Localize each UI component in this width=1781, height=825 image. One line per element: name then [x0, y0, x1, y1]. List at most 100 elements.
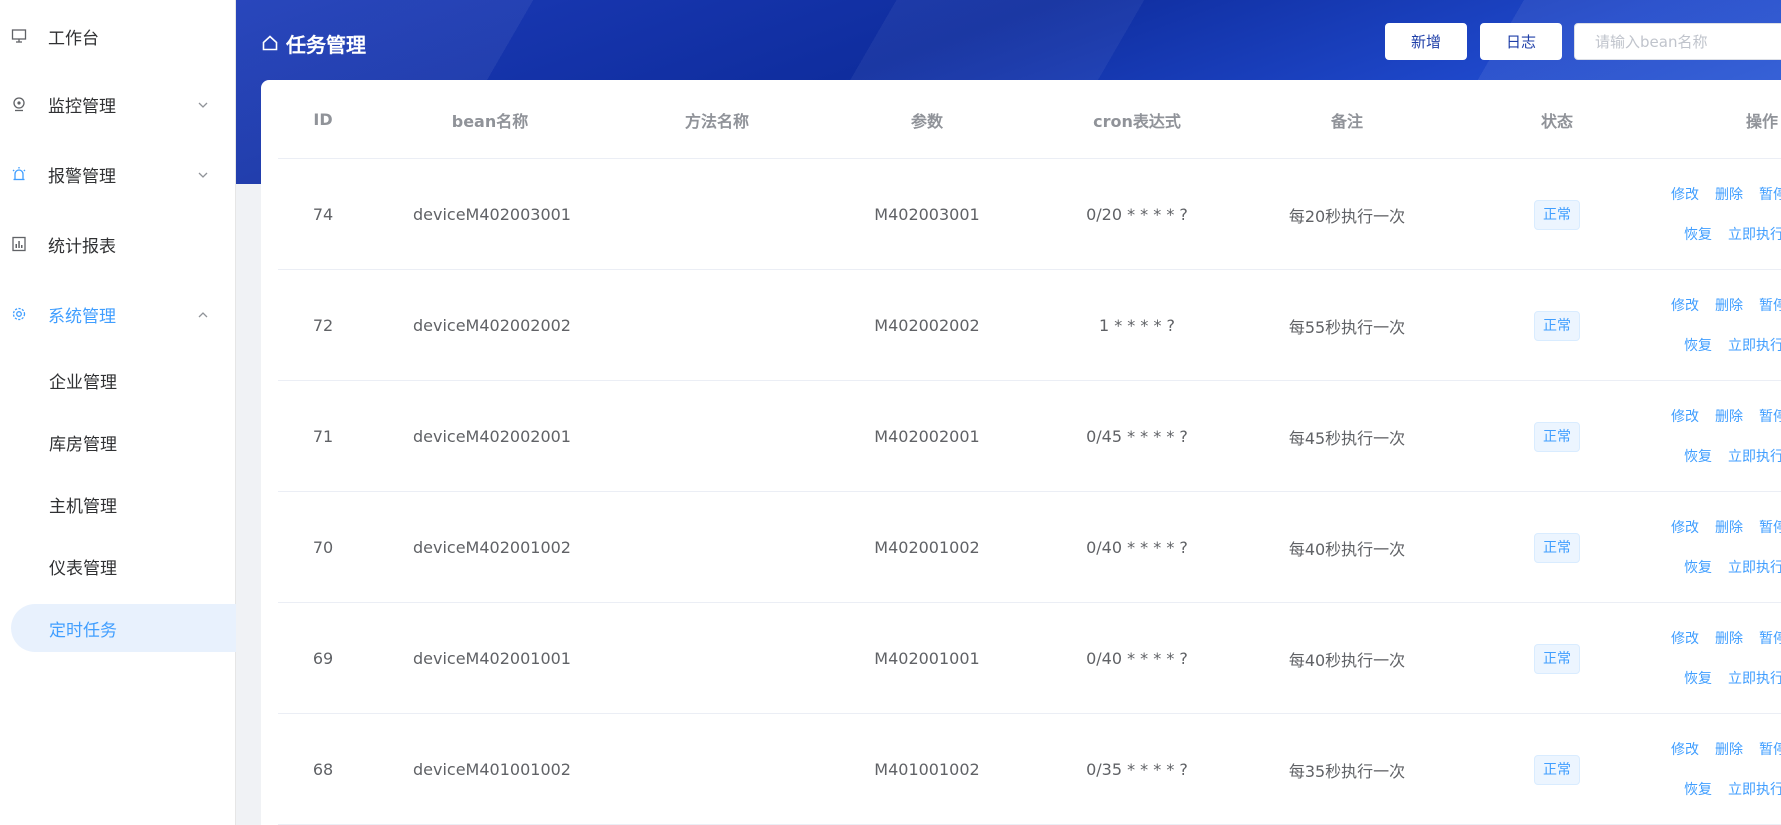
delete-link[interactable]: 删除: [1715, 295, 1743, 315]
sidebar: 工作台 监控管理 报警管理 统计报表 系统管理 企业管理 库房管理 主机管理 仪…: [0, 0, 236, 825]
pause-link[interactable]: 暂停: [1759, 295, 1781, 315]
status-badge: 正常: [1534, 310, 1580, 341]
cell-remark: 每35秒执行一次: [1288, 761, 1406, 781]
resume-link[interactable]: 恢复: [1684, 446, 1712, 466]
resume-link[interactable]: 恢复: [1684, 557, 1712, 577]
column-header-bean: bean名称: [451, 111, 529, 131]
sidebar-subitem-scheduled-task[interactable]: 定时任务: [11, 604, 236, 652]
edit-link[interactable]: 修改: [1671, 406, 1699, 426]
log-button[interactable]: 日志: [1480, 23, 1562, 60]
sidebar-item-system[interactable]: 系统管理: [0, 290, 236, 338]
camera-icon: [10, 95, 28, 113]
cell-method: [612, 492, 822, 603]
cell-method: [612, 603, 822, 714]
table-header: ID bean名称 方法名称 参数 cron表达式 备注 状态 操作: [278, 80, 1781, 159]
pause-link[interactable]: 暂停: [1759, 184, 1781, 204]
sidebar-item-report[interactable]: 统计报表: [0, 220, 236, 268]
cell-cron: 0/20 * * * * ?: [1086, 205, 1188, 224]
cell-param: M402002002: [874, 316, 980, 335]
gear-icon: [10, 305, 28, 323]
cell-method: [612, 714, 822, 825]
pause-link[interactable]: 暂停: [1759, 406, 1781, 426]
cell-bean: deviceM402002002: [413, 316, 571, 335]
pause-link[interactable]: 暂停: [1759, 517, 1781, 537]
cell-remark: 每45秒执行一次: [1288, 428, 1406, 448]
cell-id: 70: [312, 538, 334, 557]
status-badge: 正常: [1534, 754, 1580, 785]
delete-link[interactable]: 删除: [1715, 184, 1743, 204]
pause-link[interactable]: 暂停: [1759, 739, 1781, 759]
delete-link[interactable]: 删除: [1715, 628, 1743, 648]
resume-link[interactable]: 恢复: [1684, 335, 1712, 355]
pause-link[interactable]: 暂停: [1759, 628, 1781, 648]
sidebar-item-workbench[interactable]: 工作台: [0, 12, 236, 60]
cell-id: 72: [312, 316, 334, 335]
run-now-link[interactable]: 立即执行: [1728, 557, 1781, 577]
cell-id: 68: [312, 760, 334, 779]
cell-param: M402002001: [874, 427, 980, 446]
sidebar-item-label: 系统管理: [48, 306, 116, 327]
table-row: 70 deviceM402001002 M402001002 0/40 * * …: [278, 492, 1781, 603]
home-icon: [260, 33, 280, 53]
cell-cron: 0/40 * * * * ?: [1086, 649, 1188, 668]
cell-operations: 修改 删除 暂停 恢复 立即执行: [1671, 159, 1781, 270]
resume-link[interactable]: 恢复: [1684, 779, 1712, 799]
cell-status: 正常: [1452, 381, 1662, 492]
status-badge: 正常: [1534, 421, 1580, 452]
run-now-link[interactable]: 立即执行: [1728, 668, 1781, 688]
run-now-link[interactable]: 立即执行: [1728, 779, 1781, 799]
edit-link[interactable]: 修改: [1671, 517, 1699, 537]
column-header-param: 参数: [910, 111, 943, 131]
cell-status: 正常: [1452, 714, 1662, 825]
cell-bean: deviceM402002001: [413, 427, 571, 446]
delete-link[interactable]: 删除: [1715, 406, 1743, 426]
cell-bean: deviceM402001001: [413, 649, 571, 668]
table-row: 71 deviceM402002001 M402002001 0/45 * * …: [278, 381, 1781, 492]
cell-param: M401001002: [874, 760, 980, 779]
column-header-cron: cron表达式: [1093, 111, 1181, 131]
run-now-link[interactable]: 立即执行: [1728, 224, 1781, 244]
sidebar-subitem-label: 主机管理: [49, 496, 117, 517]
edit-link[interactable]: 修改: [1671, 628, 1699, 648]
sidebar-subitem-label: 企业管理: [49, 372, 117, 393]
column-header-operations: 操作: [1745, 111, 1778, 131]
search-input[interactable]: [1574, 23, 1781, 60]
cell-bean: deviceM402001002: [413, 538, 571, 557]
delete-link[interactable]: 删除: [1715, 517, 1743, 537]
cell-operations: 修改 删除 暂停 恢复 立即执行: [1671, 381, 1781, 492]
add-button[interactable]: 新增: [1385, 23, 1467, 60]
delete-link[interactable]: 删除: [1715, 739, 1743, 759]
edit-link[interactable]: 修改: [1671, 739, 1699, 759]
sidebar-subitem-host[interactable]: 主机管理: [0, 480, 236, 528]
sidebar-item-monitor[interactable]: 监控管理: [0, 80, 236, 128]
run-now-link[interactable]: 立即执行: [1728, 335, 1781, 355]
page-title-text: 任务管理: [286, 32, 366, 57]
sidebar-item-alarm[interactable]: 报警管理: [0, 150, 236, 198]
sidebar-subitem-warehouse[interactable]: 库房管理: [0, 418, 236, 466]
sidebar-subitem-meter[interactable]: 仪表管理: [0, 542, 236, 590]
cell-param: M402001002: [874, 538, 980, 557]
resume-link[interactable]: 恢复: [1684, 224, 1712, 244]
edit-link[interactable]: 修改: [1671, 184, 1699, 204]
chevron-down-icon: [196, 97, 210, 111]
cell-status: 正常: [1452, 270, 1662, 381]
task-table-card: ID bean名称 方法名称 参数 cron表达式 备注 状态 操作 74 de…: [261, 80, 1781, 825]
cell-status: 正常: [1452, 603, 1662, 714]
cell-bean: deviceM402003001: [413, 205, 571, 224]
chart-report-icon: [10, 235, 28, 253]
resume-link[interactable]: 恢复: [1684, 668, 1712, 688]
alarm-icon: [10, 165, 28, 183]
cell-operations: 修改 删除 暂停 恢复 立即执行: [1671, 714, 1781, 825]
table-row: 69 deviceM402001001 M402001001 0/40 * * …: [278, 603, 1781, 714]
edit-link[interactable]: 修改: [1671, 295, 1699, 315]
cell-id: 71: [312, 427, 334, 446]
cell-param: M402003001: [874, 205, 980, 224]
cell-operations: 修改 删除 暂停 恢复 立即执行: [1671, 492, 1781, 603]
cell-cron: 0/40 * * * * ?: [1086, 538, 1188, 557]
sidebar-item-label: 监控管理: [48, 96, 116, 117]
sidebar-subitem-enterprise[interactable]: 企业管理: [0, 356, 236, 404]
chevron-up-icon: [196, 307, 210, 321]
run-now-link[interactable]: 立即执行: [1728, 446, 1781, 466]
cell-method: [612, 159, 822, 270]
cell-method: [612, 270, 822, 381]
